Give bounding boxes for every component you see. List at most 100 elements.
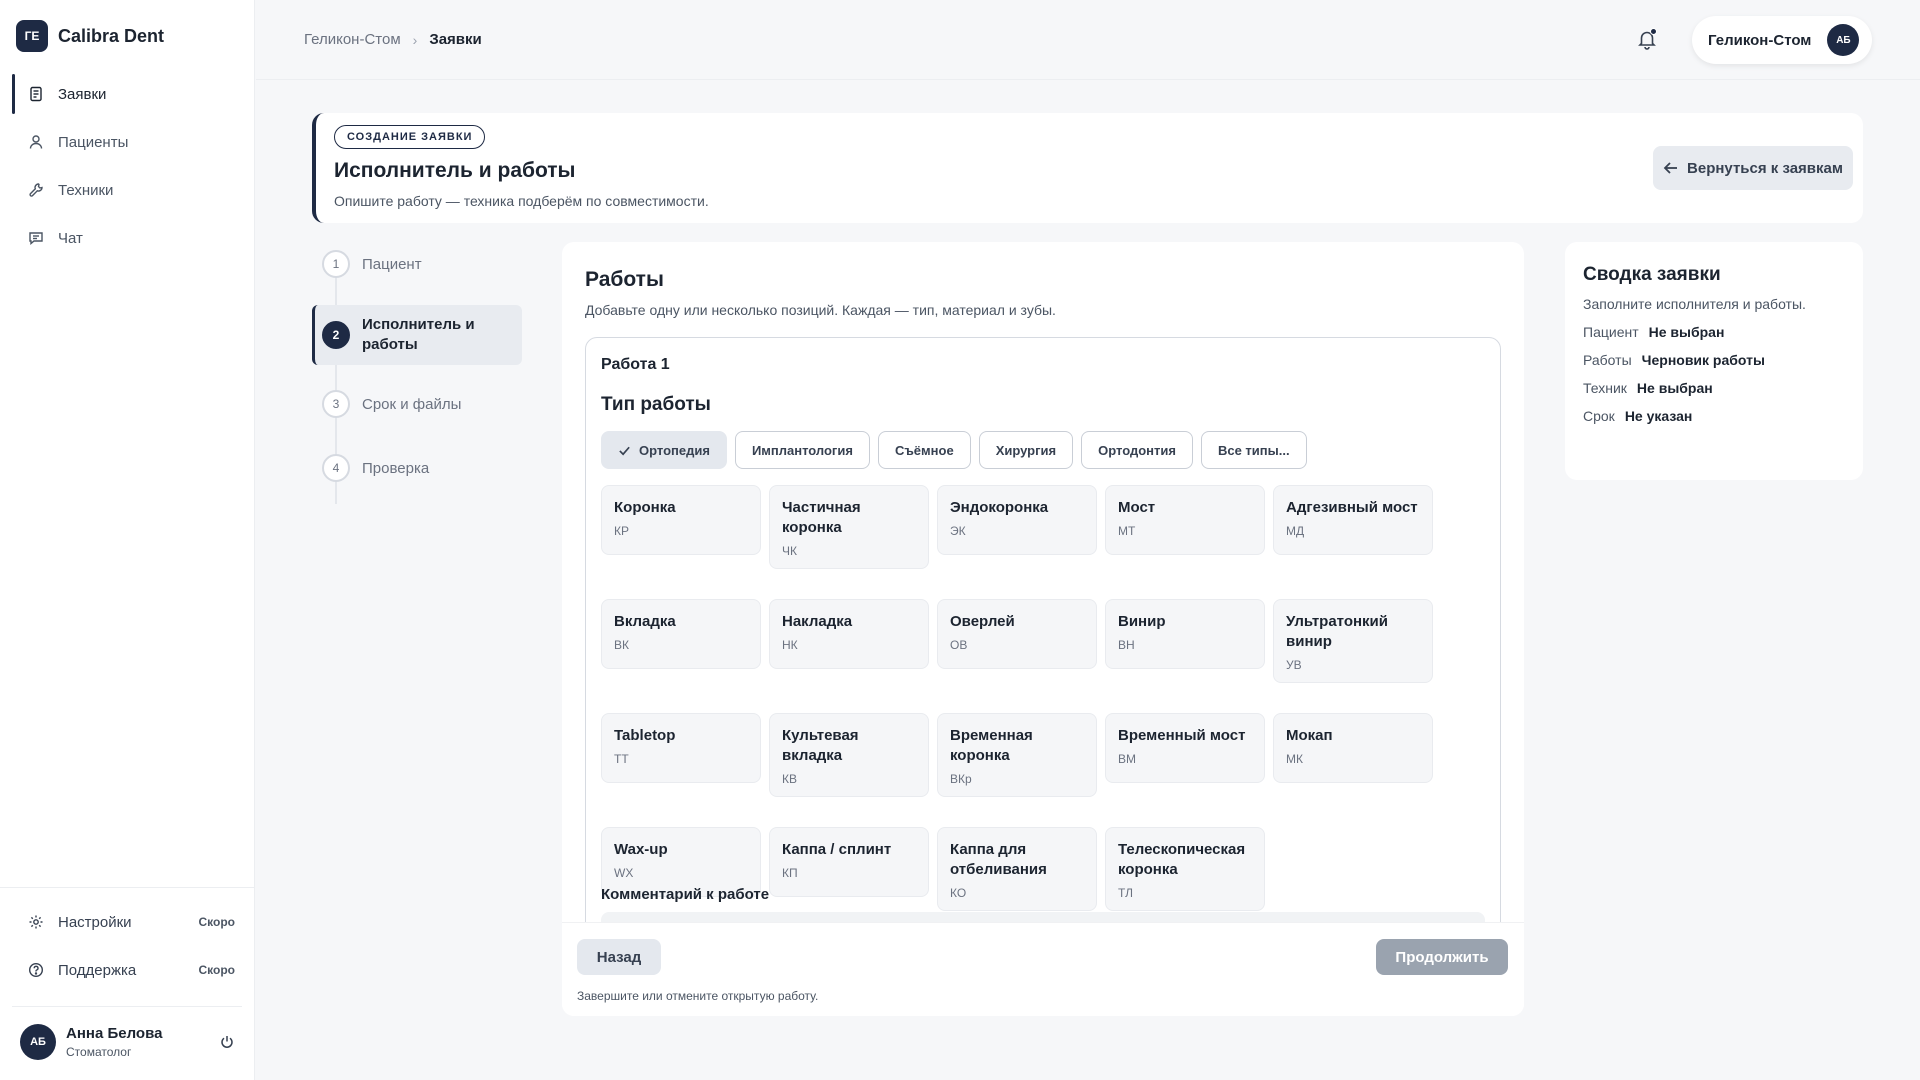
works-title: Работы — [585, 268, 664, 291]
work-type-card[interactable]: Адгезивный мост МД — [1273, 485, 1433, 555]
continue-button[interactable]: Продолжить — [1376, 939, 1508, 975]
avatar[interactable]: АБ — [20, 1024, 56, 1060]
summary-value: Не выбран — [1636, 380, 1713, 396]
works-panel: Работы Добавьте одну или несколько позиц… — [562, 242, 1524, 1016]
step-patient[interactable]: 1 Пациент — [312, 250, 522, 278]
nav-item-chat[interactable]: Чат — [12, 218, 243, 258]
page-title: Исполнитель и работы — [334, 159, 576, 182]
brand[interactable]: ГЕ Calibra Dent — [16, 20, 164, 52]
work-type-card[interactable]: Временная коронка ВКр — [937, 713, 1097, 797]
nav-item-label: Поддержка — [58, 961, 137, 979]
work-type-card[interactable]: Временный мост ВМ — [1105, 713, 1265, 783]
user-divider — [12, 1006, 242, 1007]
nav-item-label: Настройки — [58, 913, 132, 931]
work-type-name: Накладка — [782, 613, 853, 630]
work-type-card[interactable]: Культевая вкладка КВ — [769, 713, 929, 797]
work-type-code: МД — [1286, 524, 1305, 538]
work-type-name: Временный мост — [1118, 727, 1246, 744]
org-switcher[interactable]: Геликон-Стом АБ — [1692, 16, 1872, 64]
check-icon — [619, 446, 630, 455]
category-label: Все типы... — [1217, 442, 1290, 458]
works-footer: Назад Продолжить Завершите или отмените … — [562, 922, 1524, 1016]
summary-key: Работы — [1583, 352, 1632, 368]
breadcrumb-parent[interactable]: Геликон-Стом — [304, 31, 401, 48]
back-to-requests-button[interactable]: Вернуться к заявкам — [1653, 146, 1853, 190]
work-type-card[interactable]: Мокап МК — [1273, 713, 1433, 783]
summary-row-technician: Техник Не выбран — [1583, 380, 1845, 396]
category-all-types[interactable]: Все типы... — [1200, 431, 1307, 469]
work-type-card[interactable]: Оверлей ОВ — [937, 599, 1097, 669]
main-nav: Заявки Пациенты Техники Чат — [12, 74, 243, 266]
document-icon — [30, 86, 42, 102]
work-type-code: МТ — [1118, 524, 1136, 538]
work-type-card[interactable]: Вкладка ВК — [601, 599, 761, 669]
breadcrumb-current: Заявки — [429, 31, 482, 48]
step-number: 2 — [322, 321, 350, 349]
step-label: Срок и файлы — [362, 395, 462, 413]
work-type-card[interactable]: Винир ВН — [1105, 599, 1265, 669]
chat-icon — [29, 232, 43, 245]
nav-item-support[interactable]: Поддержка Скоро — [12, 950, 243, 990]
category-orthodontics[interactable]: Ортодонтия — [1081, 431, 1193, 469]
work-type-card[interactable]: Tabletop ТТ — [601, 713, 761, 783]
nav-item-technicians[interactable]: Техники — [12, 170, 243, 210]
step-label: Исполнитель и работы — [362, 316, 475, 353]
work-type-name: Мокап — [1286, 727, 1333, 744]
wrench-icon — [29, 183, 43, 197]
work-type-card[interactable]: Коронка КР — [601, 485, 761, 555]
work-type-name: Временная коронка — [950, 727, 1033, 764]
work-type-card[interactable]: Накладка НК — [769, 599, 929, 669]
back-button[interactable]: Назад — [577, 939, 661, 975]
step-review[interactable]: 4 Проверка — [312, 454, 522, 482]
notification-dot — [1650, 28, 1657, 35]
work-type-name: Wax-up — [614, 841, 668, 858]
work-type-card[interactable]: Телескопическая коронка ТЛ — [1105, 827, 1265, 911]
step-deadline-and-files[interactable]: 3 Срок и файлы — [312, 390, 522, 418]
work-type-card[interactable]: Каппа / сплинт КП — [769, 827, 929, 897]
work-type-card[interactable]: Каппа для отбеливания КО — [937, 827, 1097, 911]
work-type-name: Винир — [1118, 613, 1166, 630]
work-type-code: НК — [782, 638, 798, 652]
work-type-card[interactable]: Эндокоронка ЭК — [937, 485, 1097, 555]
user-role: Стоматолог — [66, 1045, 132, 1059]
work-type-title: Тип работы — [601, 394, 711, 415]
notifications-button[interactable] — [1636, 28, 1658, 50]
org-name: Геликон-Стом — [1708, 31, 1812, 49]
work-type-code: ОВ — [950, 638, 968, 652]
nav-item-label: Чат — [58, 229, 83, 247]
category-implantology[interactable]: Имплантология — [734, 431, 870, 469]
gear-icon — [29, 915, 43, 929]
summary-value: Черновик работы — [1641, 352, 1765, 368]
work-type-code: WX — [614, 866, 634, 880]
nav-item-settings[interactable]: Настройки Скоро — [12, 902, 243, 942]
step-executor-and-works[interactable]: 2 Исполнитель и работы — [312, 305, 522, 365]
nav-item-patients[interactable]: Пациенты — [12, 122, 243, 162]
category-label: Имплантология — [751, 442, 853, 458]
nav-item-label: Техники — [58, 181, 114, 199]
summary-title: Сводка заявки — [1583, 264, 1721, 285]
brand-name: Calibra Dent — [58, 25, 165, 46]
work-type-name: Эндокоронка — [950, 499, 1049, 516]
chevron-right-icon: › — [412, 31, 418, 48]
category-orthopedics[interactable]: Ортопедия — [601, 431, 727, 469]
work-type-name: Коронка — [614, 499, 676, 516]
work-type-card[interactable]: Ультратонкий винир УВ — [1273, 599, 1433, 683]
work-type-name: Каппа / сплинт — [782, 841, 892, 858]
work-type-name: Частичная коронка — [782, 499, 861, 536]
work-type-name: Мост — [1118, 499, 1156, 516]
category-removable[interactable]: Съёмное — [877, 431, 971, 469]
work-type-code: ЭК — [950, 524, 966, 538]
brand-logo: ГЕ — [16, 20, 48, 52]
page-header: СОЗДАНИЕ ЗАЯВКИ Исполнитель и работы Опи… — [312, 113, 1863, 223]
work-type-code: МК — [1286, 752, 1303, 766]
work-type-card[interactable]: Частичная коронка ЧК — [769, 485, 929, 569]
power-icon[interactable] — [219, 1034, 235, 1050]
work-type-code: КР — [614, 524, 629, 538]
category-label: Ортодонтия — [1098, 442, 1176, 458]
work-type-card[interactable]: Мост МТ — [1105, 485, 1265, 555]
category-surgery[interactable]: Хирургия — [978, 431, 1074, 469]
work-type-name: Tabletop — [614, 727, 676, 744]
user-icon — [29, 135, 43, 149]
nav-item-requests[interactable]: Заявки — [12, 74, 243, 114]
work-type-code: КВ — [782, 772, 797, 786]
